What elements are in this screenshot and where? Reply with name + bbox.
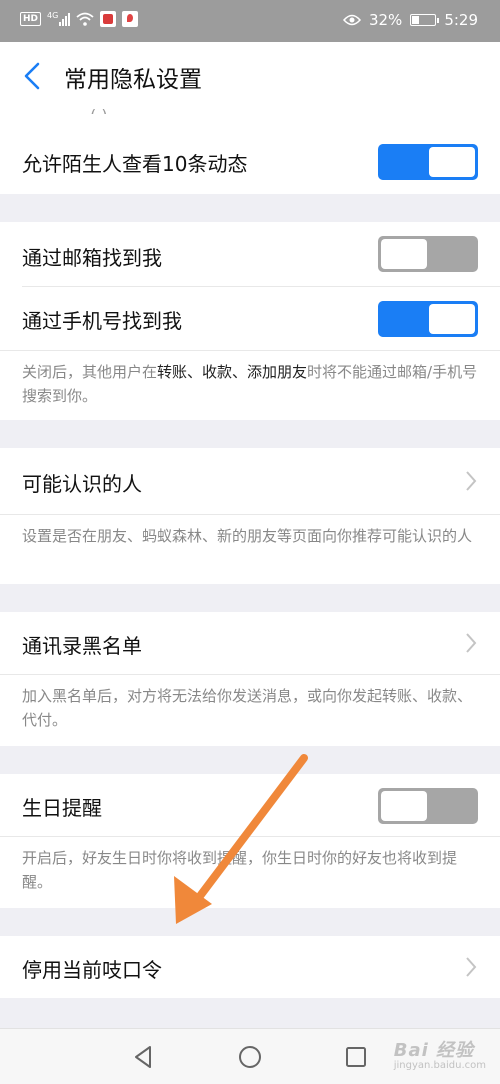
row-stranger-posts: 允许陌生人查看10条动态 bbox=[0, 110, 500, 194]
battery-icon bbox=[410, 14, 440, 26]
find-by-email-toggle[interactable] bbox=[378, 236, 478, 272]
divider bbox=[0, 350, 500, 351]
row-disable-passphrase[interactable]: 停用当前吱口令 bbox=[0, 936, 500, 998]
find-by-email-label: 通过邮箱找到我 bbox=[22, 246, 162, 270]
nav-home-icon[interactable] bbox=[236, 1043, 264, 1071]
clock: 5:29 bbox=[444, 11, 478, 29]
card-find-me: 通过邮箱找到我 通过手机号找到我 关闭后，其他用户在转账、收款、添加朋友时将不能… bbox=[0, 222, 500, 420]
chevron-right-icon bbox=[466, 633, 477, 653]
divider bbox=[0, 836, 500, 837]
divider bbox=[0, 514, 500, 515]
chevron-right-icon bbox=[466, 471, 477, 491]
find-me-hint: 关闭后，其他用户在转账、收款、添加朋友时将不能通过邮箱/手机号搜索到你。 bbox=[22, 363, 478, 405]
hint-highlight: 转账、收款、添加朋友 bbox=[157, 363, 308, 381]
map-notification-icon bbox=[122, 11, 139, 27]
wifi-icon bbox=[76, 12, 94, 26]
people-you-may-know-hint: 设置是否在朋友、蚂蚁森林、新的朋友等页面向你推荐可能认识的人 bbox=[22, 527, 473, 545]
row-find-by-email: 通过邮箱找到我 bbox=[0, 222, 500, 286]
signal-icon: 4G bbox=[47, 11, 71, 26]
card-people-you-may-know: 可能认识的人 设置是否在朋友、蚂蚁森林、新的朋友等页面向你推荐可能认识的人 bbox=[0, 448, 500, 584]
hd-badge: HD bbox=[20, 12, 42, 26]
people-you-may-know-label: 可能认识的人 bbox=[22, 472, 142, 496]
row-birthday-reminder: 生日提醒 bbox=[0, 774, 500, 836]
birthday-reminder-toggle[interactable] bbox=[378, 788, 478, 824]
disable-passphrase-label: 停用当前吱口令 bbox=[22, 958, 162, 982]
contacts-blacklist-hint: 加入黑名单后，对方将无法给你发送消息，或向你发起转账、收款、代付。 bbox=[22, 687, 473, 729]
page-title: 常用隐私设置 bbox=[64, 67, 202, 93]
signal-badge: 4G bbox=[47, 11, 59, 20]
nav-recents-icon[interactable] bbox=[342, 1043, 370, 1071]
row-find-by-phone: 通过手机号找到我 bbox=[0, 287, 500, 351]
find-by-phone-label: 通过手机号找到我 bbox=[22, 309, 182, 333]
find-by-phone-toggle[interactable] bbox=[378, 301, 478, 337]
status-bar: HD 4G 32% 5:29 bbox=[0, 0, 500, 42]
divider bbox=[0, 674, 500, 675]
chevron-left-icon bbox=[24, 62, 40, 90]
contacts-blacklist-label: 通讯录黑名单 bbox=[22, 634, 142, 658]
app-notification-icon bbox=[100, 11, 117, 27]
birthday-reminder-label: 生日提醒 bbox=[22, 796, 102, 820]
card-stranger-posts: ( ) 允许陌生人查看10条动态 bbox=[0, 106, 500, 194]
battery-percent: 32% bbox=[368, 11, 403, 29]
chevron-right-icon bbox=[466, 957, 477, 977]
stranger-posts-label: 允许陌生人查看10条动态 bbox=[22, 152, 248, 176]
baidu-watermark: Bai 经验 jingyan.baidu.com bbox=[393, 1040, 486, 1071]
back-button[interactable] bbox=[18, 58, 50, 94]
stranger-posts-toggle[interactable] bbox=[378, 144, 478, 180]
row-people-you-may-know[interactable]: 可能认识的人 bbox=[0, 448, 500, 514]
eye-comfort-icon bbox=[342, 14, 361, 26]
birthday-reminder-hint: 开启后，好友生日时你将收到提醒，你生日时你的好友也将收到提醒。 bbox=[22, 849, 458, 891]
card-birthday-reminder: 生日提醒 开启后，好友生日时你将收到提醒，你生日时你的好友也将收到提醒。 bbox=[0, 774, 500, 908]
nav-back-icon[interactable] bbox=[130, 1043, 158, 1071]
card-contacts-blacklist: 通讯录黑名单 加入黑名单后，对方将无法给你发送消息，或向你发起转账、收款、代付。 bbox=[0, 612, 500, 746]
app-header: 常用隐私设置 bbox=[0, 42, 500, 110]
row-contacts-blacklist[interactable]: 通讯录黑名单 bbox=[0, 612, 500, 674]
